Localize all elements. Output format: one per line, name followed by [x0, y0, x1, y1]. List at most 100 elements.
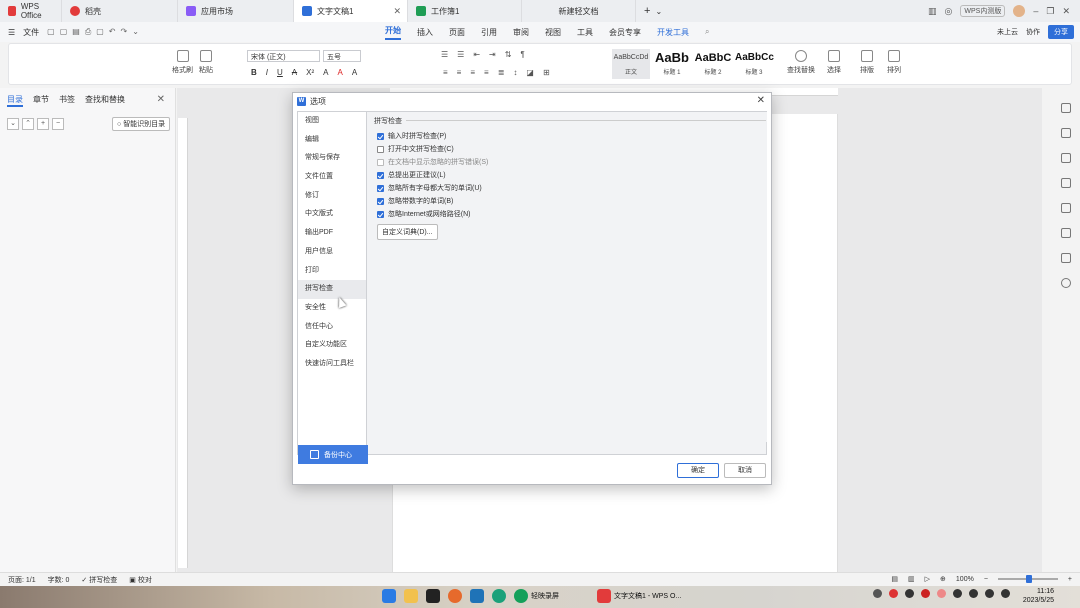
restore-icon[interactable]: ❐	[1046, 6, 1054, 17]
nav-tab-sections[interactable]: 章节	[33, 94, 49, 107]
category-edit[interactable]: 编辑	[298, 131, 366, 150]
wps-beta-badge[interactable]: WPS内测版	[960, 5, 1006, 17]
sliders-icon[interactable]	[1061, 203, 1071, 213]
arrange-button[interactable]: 排列	[887, 50, 901, 75]
file-menu[interactable]: 文件	[23, 27, 39, 38]
ime-icon[interactable]	[953, 589, 962, 598]
taskbar-screen-recorder[interactable]: 轻映录屏	[514, 589, 559, 603]
option-always-suggest[interactable]: 总提出更正建议(L)	[377, 170, 446, 180]
align-left-icon[interactable]: ≡	[443, 68, 448, 77]
tab-view[interactable]: 视图	[545, 27, 561, 38]
help-icon[interactable]	[1061, 278, 1071, 288]
tab-insert[interactable]: 插入	[417, 27, 433, 38]
wifi-icon[interactable]	[969, 589, 978, 598]
checkbox[interactable]	[377, 210, 384, 218]
category-view[interactable]: 视图	[298, 112, 366, 131]
nav-tab-find[interactable]: 查找和替换	[85, 94, 125, 107]
tray-app3-icon[interactable]	[921, 589, 930, 598]
tab-tools[interactable]: 工具	[577, 27, 593, 38]
outdent-icon[interactable]: ⇥	[489, 50, 496, 59]
zoom-slider[interactable]	[997, 575, 1058, 583]
tools-icon[interactable]	[1061, 228, 1071, 238]
category-general-save[interactable]: 常规与保存	[298, 149, 366, 168]
font-color-button[interactable]: A	[337, 68, 342, 77]
firefox-icon[interactable]	[448, 589, 462, 603]
taskbar-wps-writer[interactable]: 文字文稿1 - WPS O...	[597, 589, 681, 603]
zoom-level[interactable]: 100%	[956, 576, 974, 583]
align-center-icon[interactable]: ≡	[457, 68, 462, 77]
avatar[interactable]	[1013, 5, 1026, 17]
option-chinese-spell-check[interactable]: 打开中文拼写检查(C)	[377, 144, 454, 154]
tray-app2-icon[interactable]	[905, 589, 914, 598]
minimize-icon[interactable]: –	[1033, 6, 1038, 16]
tab-new-light-doc[interactable]: 新建轻文档	[522, 0, 636, 22]
superscript-button[interactable]: X²	[306, 68, 314, 77]
category-quick-access[interactable]: 快速访问工具栏	[298, 355, 366, 374]
nav-tab-toc[interactable]: 目录	[7, 94, 23, 107]
tray-chevron-icon[interactable]	[873, 589, 882, 598]
numbering-icon[interactable]: ☰	[457, 50, 464, 59]
collab-button[interactable]: 协作	[1026, 27, 1040, 37]
category-export-pdf[interactable]: 输出PDF	[298, 224, 366, 243]
bold-button[interactable]: B	[251, 68, 257, 77]
tray-app4-icon[interactable]	[937, 589, 946, 598]
category-user-info[interactable]: 用户信息	[298, 243, 366, 262]
indent-icon[interactable]: ⇤	[473, 50, 480, 59]
share-icon[interactable]	[1061, 253, 1071, 263]
category-print[interactable]: 打印	[298, 262, 366, 281]
file-explorer-icon[interactable]	[404, 589, 418, 603]
format-painter-button[interactable]: 格式刷	[172, 50, 193, 75]
cancel-button[interactable]: 取消	[724, 463, 766, 478]
font-family-select[interactable]: 宋体 (正文)	[247, 50, 320, 62]
option-check-while-typing[interactable]: 输入时拼写检查(P)	[377, 131, 446, 141]
paste-button[interactable]: 粘贴	[199, 50, 213, 75]
select-button[interactable]: 选择	[827, 50, 841, 75]
demote-icon[interactable]: −	[52, 118, 64, 130]
category-customize-ribbon[interactable]: 自定义功能区	[298, 336, 366, 355]
tab-references[interactable]: 引用	[481, 27, 497, 38]
scroll-up-icon[interactable]	[1061, 103, 1071, 113]
tray-app-icon[interactable]	[889, 589, 898, 598]
line-spacing-icon[interactable]: ↕	[513, 68, 517, 77]
start-icon[interactable]	[382, 589, 396, 603]
style-heading1[interactable]: AaBb 标题 1	[653, 49, 691, 79]
style-heading3[interactable]: AaBbCc 标题 3	[735, 49, 774, 79]
category-chinese-layout[interactable]: 中文版式	[298, 205, 366, 224]
underline-button[interactable]: U	[277, 68, 283, 77]
tab-app-market[interactable]: 应用市场	[178, 0, 294, 22]
category-file-locations[interactable]: 文件位置	[298, 168, 366, 187]
checkbox[interactable]	[377, 171, 384, 179]
italic-button[interactable]: I	[266, 68, 268, 77]
word-count[interactable]: 字数: 0	[48, 575, 70, 585]
find-replace-button[interactable]: 查找替换	[787, 50, 815, 75]
search-icon[interactable]: ⌕	[705, 27, 709, 37]
show-marks-icon[interactable]: ¶	[520, 50, 524, 59]
zoom-thumb[interactable]	[1025, 575, 1032, 583]
play-icon[interactable]: ▷	[925, 575, 930, 583]
battery-icon[interactable]	[1001, 589, 1010, 598]
close-tab-icon[interactable]: ✕	[393, 6, 401, 17]
nav-tab-bookmarks[interactable]: 书签	[59, 94, 75, 107]
checkbox[interactable]	[377, 132, 384, 140]
ok-button[interactable]: 确定	[677, 463, 719, 478]
highlight-button[interactable]: A	[323, 68, 328, 77]
sort-icon[interactable]: ⇅	[505, 50, 512, 59]
proofread-status[interactable]: ▣ 校对	[129, 575, 152, 585]
zoom-out-icon[interactable]: −	[984, 576, 988, 583]
close-window-icon[interactable]: ✕	[1062, 6, 1070, 17]
hamburger-icon[interactable]: ☰	[8, 28, 15, 37]
layout-icon[interactable]: ▥	[928, 6, 937, 17]
edit-icon[interactable]	[1061, 128, 1071, 138]
page-count[interactable]: 页面: 1/1	[8, 575, 36, 585]
tab-review[interactable]: 审阅	[513, 27, 529, 38]
x-app-icon[interactable]	[426, 589, 440, 603]
style-normal[interactable]: AaBbCcDd 正文	[612, 49, 650, 79]
edge-icon[interactable]	[492, 589, 506, 603]
font-size-select[interactable]: 五号	[323, 50, 361, 62]
tab-member[interactable]: 会员专享	[609, 27, 641, 38]
option-ignore-internet[interactable]: 忽略Internet或网络路径(N)	[377, 209, 470, 219]
tab-workbook1[interactable]: 工作簿1	[408, 0, 522, 22]
cloud-status[interactable]: 未上云	[997, 27, 1018, 37]
web-view-icon[interactable]: ⊕	[940, 575, 946, 583]
strikethrough-button[interactable]: A	[292, 68, 297, 77]
